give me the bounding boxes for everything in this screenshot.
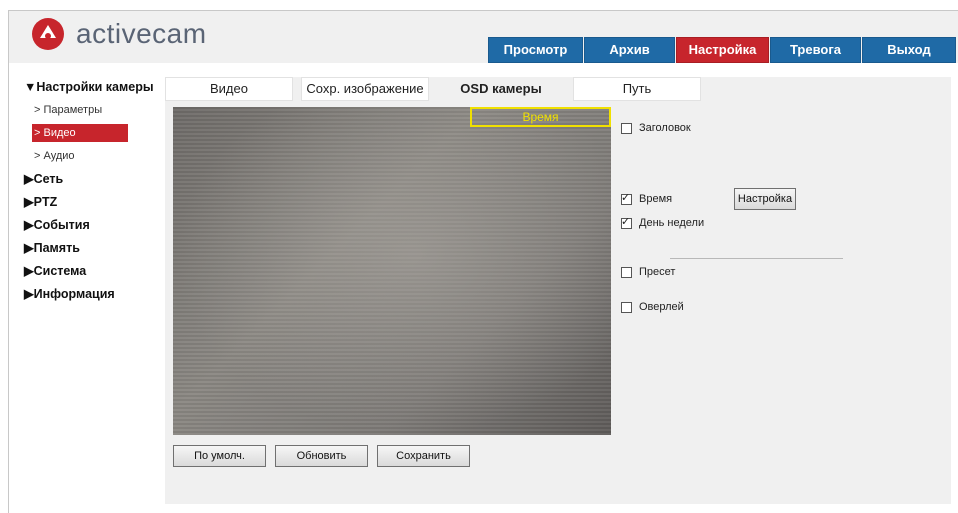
option-overlay[interactable]: Оверлей — [621, 301, 684, 313]
nav-alarm[interactable]: Тревога — [770, 37, 861, 63]
activecam-logo-icon — [32, 18, 64, 50]
option-weekday[interactable]: День недели — [621, 215, 705, 229]
sidebar-item-network[interactable]: ▶Сеть — [24, 168, 164, 191]
tab-snapshot[interactable]: Сохр. изображение — [301, 77, 429, 101]
sidebar-item-video[interactable]: > Видео — [32, 124, 128, 142]
camera-preview — [173, 107, 611, 435]
preset-checkbox[interactable] — [621, 266, 632, 278]
settings-tabs: Видео Сохр. изображение OSD камеры Путь — [165, 77, 709, 101]
time-label: Время — [639, 193, 673, 205]
nav-archive[interactable]: Архив — [584, 37, 675, 63]
sidebar-item-events[interactable]: ▶События — [24, 214, 164, 237]
sidebar-item-storage[interactable]: ▶Память — [24, 237, 164, 260]
title-label: Заголовок — [639, 122, 691, 134]
refresh-button[interactable]: Обновить — [275, 445, 368, 467]
preset-label: Пресет — [639, 266, 676, 278]
title-checkbox[interactable] — [621, 122, 632, 134]
tab-video[interactable]: Видео — [165, 77, 293, 101]
default-button[interactable]: По умолч. — [173, 445, 266, 467]
nav-settings[interactable]: Настройка — [676, 37, 769, 63]
divider — [670, 258, 843, 259]
nav-logout[interactable]: Выход — [862, 37, 956, 63]
sidebar-item-ptz[interactable]: ▶PTZ — [24, 191, 164, 214]
osd-time-overlay[interactable]: Время — [470, 107, 611, 127]
tab-osd[interactable]: OSD камеры — [437, 77, 565, 101]
sidebar: ▼Настройки камеры > Параметры > Видео > … — [24, 76, 164, 306]
sidebar-camera-settings[interactable]: ▼Настройки камеры — [24, 76, 164, 99]
overlay-checkbox[interactable] — [621, 301, 632, 313]
option-time[interactable]: Время — [621, 191, 673, 205]
time-checkbox[interactable] — [621, 191, 632, 205]
sidebar-item-audio[interactable]: > Аудио — [24, 145, 164, 168]
option-title[interactable]: Заголовок — [621, 122, 691, 134]
sidebar-item-information[interactable]: ▶Информация — [24, 283, 164, 306]
option-preset[interactable]: Пресет — [621, 266, 675, 278]
weekday-label: День недели — [639, 217, 705, 229]
overlay-label: Оверлей — [639, 301, 684, 313]
top-navigation: Просмотр Архив Настройка Тревога Выход — [488, 37, 957, 63]
sidebar-item-system[interactable]: ▶Система — [24, 260, 164, 283]
brand-logo: activecam — [32, 18, 207, 50]
brand-name: activecam — [76, 18, 207, 49]
weekday-checkbox[interactable] — [621, 215, 632, 229]
save-button[interactable]: Сохранить — [377, 445, 470, 467]
nav-preview[interactable]: Просмотр — [488, 37, 583, 63]
sidebar-item-parameters[interactable]: > Параметры — [24, 99, 164, 122]
time-settings-button[interactable]: Настройка — [734, 188, 796, 210]
tab-path[interactable]: Путь — [573, 77, 701, 101]
